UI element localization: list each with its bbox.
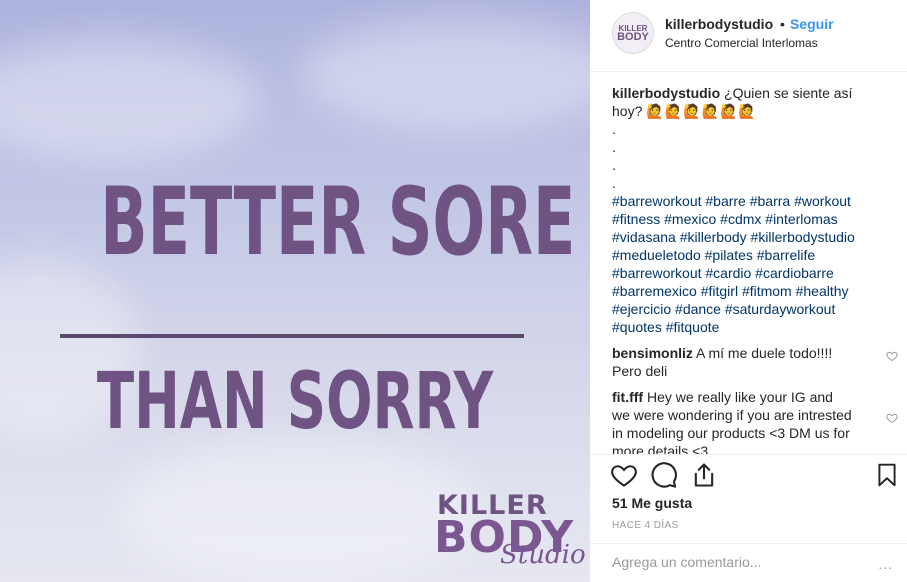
caption-dot: . bbox=[612, 175, 616, 191]
comment-username[interactable]: bensimonliz bbox=[612, 345, 693, 361]
caption-hashtags[interactable]: #barreworkout #barre #barra #workout #fi… bbox=[612, 192, 887, 336]
comment-text: Hey we really like your IG and we were w… bbox=[612, 389, 852, 454]
image-divider bbox=[60, 334, 524, 338]
likes-count[interactable]: 51 Me gusta bbox=[612, 495, 692, 511]
location-link[interactable]: Centro Comercial Interlomas bbox=[665, 36, 818, 50]
brand-logo: Killer Body Studio bbox=[434, 490, 590, 582]
comment-item: fit.fff Hey we really like your IG and w… bbox=[612, 388, 898, 454]
cloud-shape bbox=[120, 440, 480, 580]
caption-dot: . bbox=[612, 121, 616, 137]
comment-bubble-icon[interactable] bbox=[650, 461, 678, 489]
logo-word-studio: Studio bbox=[500, 540, 586, 570]
add-comment-bar: ... bbox=[590, 543, 907, 582]
comment-like-heart-icon[interactable] bbox=[886, 412, 898, 424]
avatar[interactable]: KILLER BODY bbox=[612, 12, 654, 54]
add-comment-input[interactable] bbox=[612, 554, 852, 570]
image-headline-line2: Than Sorry bbox=[96, 357, 494, 447]
comment-username[interactable]: fit.fff bbox=[612, 389, 643, 405]
post-header: KILLER BODY killerbodystudio • Seguir Ce… bbox=[590, 0, 907, 72]
share-icon[interactable] bbox=[690, 461, 718, 489]
comments-list[interactable]: killerbodystudio ¿Quien se siente así ho… bbox=[590, 84, 907, 454]
header-username[interactable]: killerbodystudio bbox=[665, 16, 773, 32]
caption-emojis: 🙋🙋🙋🙋🙋🙋 bbox=[646, 103, 757, 119]
bookmark-icon[interactable] bbox=[874, 461, 900, 489]
cloud-shape bbox=[300, 20, 590, 130]
header-separator: • bbox=[780, 16, 785, 32]
image-headline-line1: Better Sore bbox=[100, 168, 576, 277]
like-heart-icon[interactable] bbox=[610, 461, 638, 489]
follow-button[interactable]: Seguir bbox=[790, 16, 834, 32]
caption-dot: . bbox=[612, 139, 616, 155]
post-timestamp[interactable]: HACE 4 DÍAS bbox=[612, 520, 679, 531]
action-bar bbox=[590, 454, 907, 494]
comment-item: bensimonliz A mí me duele todo!!!! Pero … bbox=[612, 344, 898, 380]
post-panel: KILLER BODY killerbodystudio • Seguir Ce… bbox=[590, 0, 907, 582]
caption-dot: . bbox=[612, 157, 616, 173]
comment-like-heart-icon[interactable] bbox=[886, 350, 898, 362]
caption: killerbodystudio ¿Quien se siente así ho… bbox=[612, 84, 870, 120]
post-image[interactable]: Better Sore Than Sorry Killer Body Studi… bbox=[0, 0, 590, 582]
caption-username[interactable]: killerbodystudio bbox=[612, 85, 720, 101]
caption-dots: . . . . bbox=[612, 120, 907, 192]
more-options-button[interactable]: ... bbox=[878, 556, 893, 572]
avatar-text-bottom: BODY bbox=[617, 31, 649, 43]
